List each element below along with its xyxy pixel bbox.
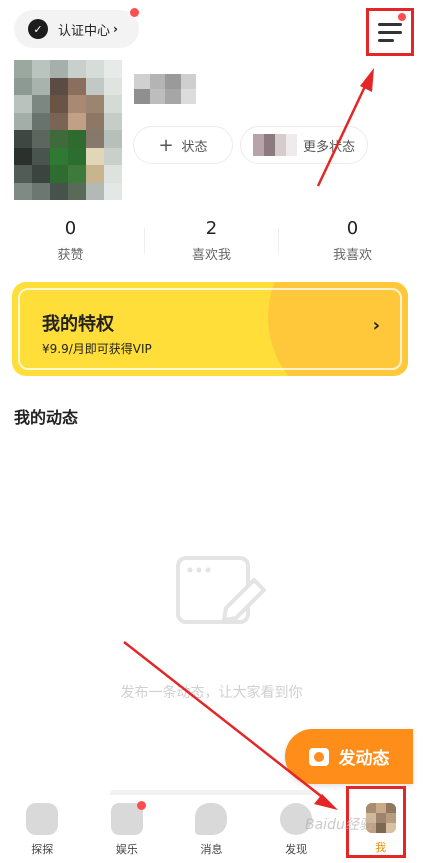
profile-avatar[interactable]: [14, 60, 122, 200]
tab-label: 消息: [200, 843, 223, 856]
chat-bubble-icon: [195, 803, 228, 835]
menu-button[interactable]: [366, 8, 414, 56]
my-moments-title: 我的动态: [14, 408, 79, 427]
verified-badge-icon: ✓: [28, 19, 48, 39]
stat-label: 我喜欢: [332, 248, 372, 263]
notification-dot: [130, 8, 139, 17]
more-status-button[interactable]: 更多状态: [240, 126, 368, 164]
stat-value: 2: [205, 218, 218, 239]
tab-tantan[interactable]: 探探: [0, 795, 85, 863]
chevron-right-icon: ›: [113, 22, 118, 36]
chevron-right-icon: ›: [372, 315, 380, 336]
vip-title: 我的特权: [42, 314, 114, 335]
username-mosaic: [134, 74, 196, 104]
verification-center-button[interactable]: ✓ 认证中心 ›: [14, 10, 139, 48]
add-status-button[interactable]: + 状态: [133, 126, 233, 164]
notification-dot: [136, 801, 146, 810]
more-status-label: 更多状态: [302, 139, 355, 155]
stat-i-like[interactable]: 0 我喜欢: [282, 218, 423, 268]
stat-label: 喜欢我: [191, 248, 231, 263]
status-thumbnail: [252, 134, 297, 156]
hamburger-menu-icon: [378, 22, 402, 26]
stat-value: 0: [64, 218, 77, 239]
stats-row: 0 获赞 2 喜欢我 0 我喜欢: [0, 218, 423, 268]
discover-icon: [26, 803, 59, 835]
plus-icon: +: [158, 134, 174, 156]
vip-privileges-card[interactable]: 我的特权 ¥9.9/月即可获得VIP ›: [12, 282, 408, 376]
tab-label: 探探: [31, 843, 54, 856]
tab-entertainment[interactable]: 娱乐: [85, 795, 170, 863]
watermark: Baidu经验: [305, 817, 373, 833]
menu-notification-dot: [398, 13, 406, 21]
post-moment-button[interactable]: 发动态: [285, 729, 413, 784]
post-moment-label: 发动态: [338, 749, 390, 769]
tab-label: 娱乐: [115, 843, 138, 856]
stat-label: 获赞: [57, 248, 84, 263]
empty-moments-text: 发布一条动态，让大家看到你: [120, 685, 303, 701]
tab-messages[interactable]: 消息: [169, 795, 254, 863]
edit-post-icon: [176, 556, 266, 624]
divider: [278, 228, 279, 254]
verification-center-label: 认证中心: [58, 23, 111, 39]
stat-likes-me[interactable]: 2 喜欢我: [141, 218, 282, 268]
stat-likes-received[interactable]: 0 获赞: [0, 218, 141, 268]
stat-value: 0: [346, 218, 359, 239]
vip-subtitle: ¥9.9/月即可获得VIP: [42, 342, 152, 356]
camera-icon: [308, 747, 329, 766]
divider: [144, 228, 145, 254]
tab-label: 发现: [285, 843, 308, 856]
add-status-label: 状态: [181, 139, 208, 155]
